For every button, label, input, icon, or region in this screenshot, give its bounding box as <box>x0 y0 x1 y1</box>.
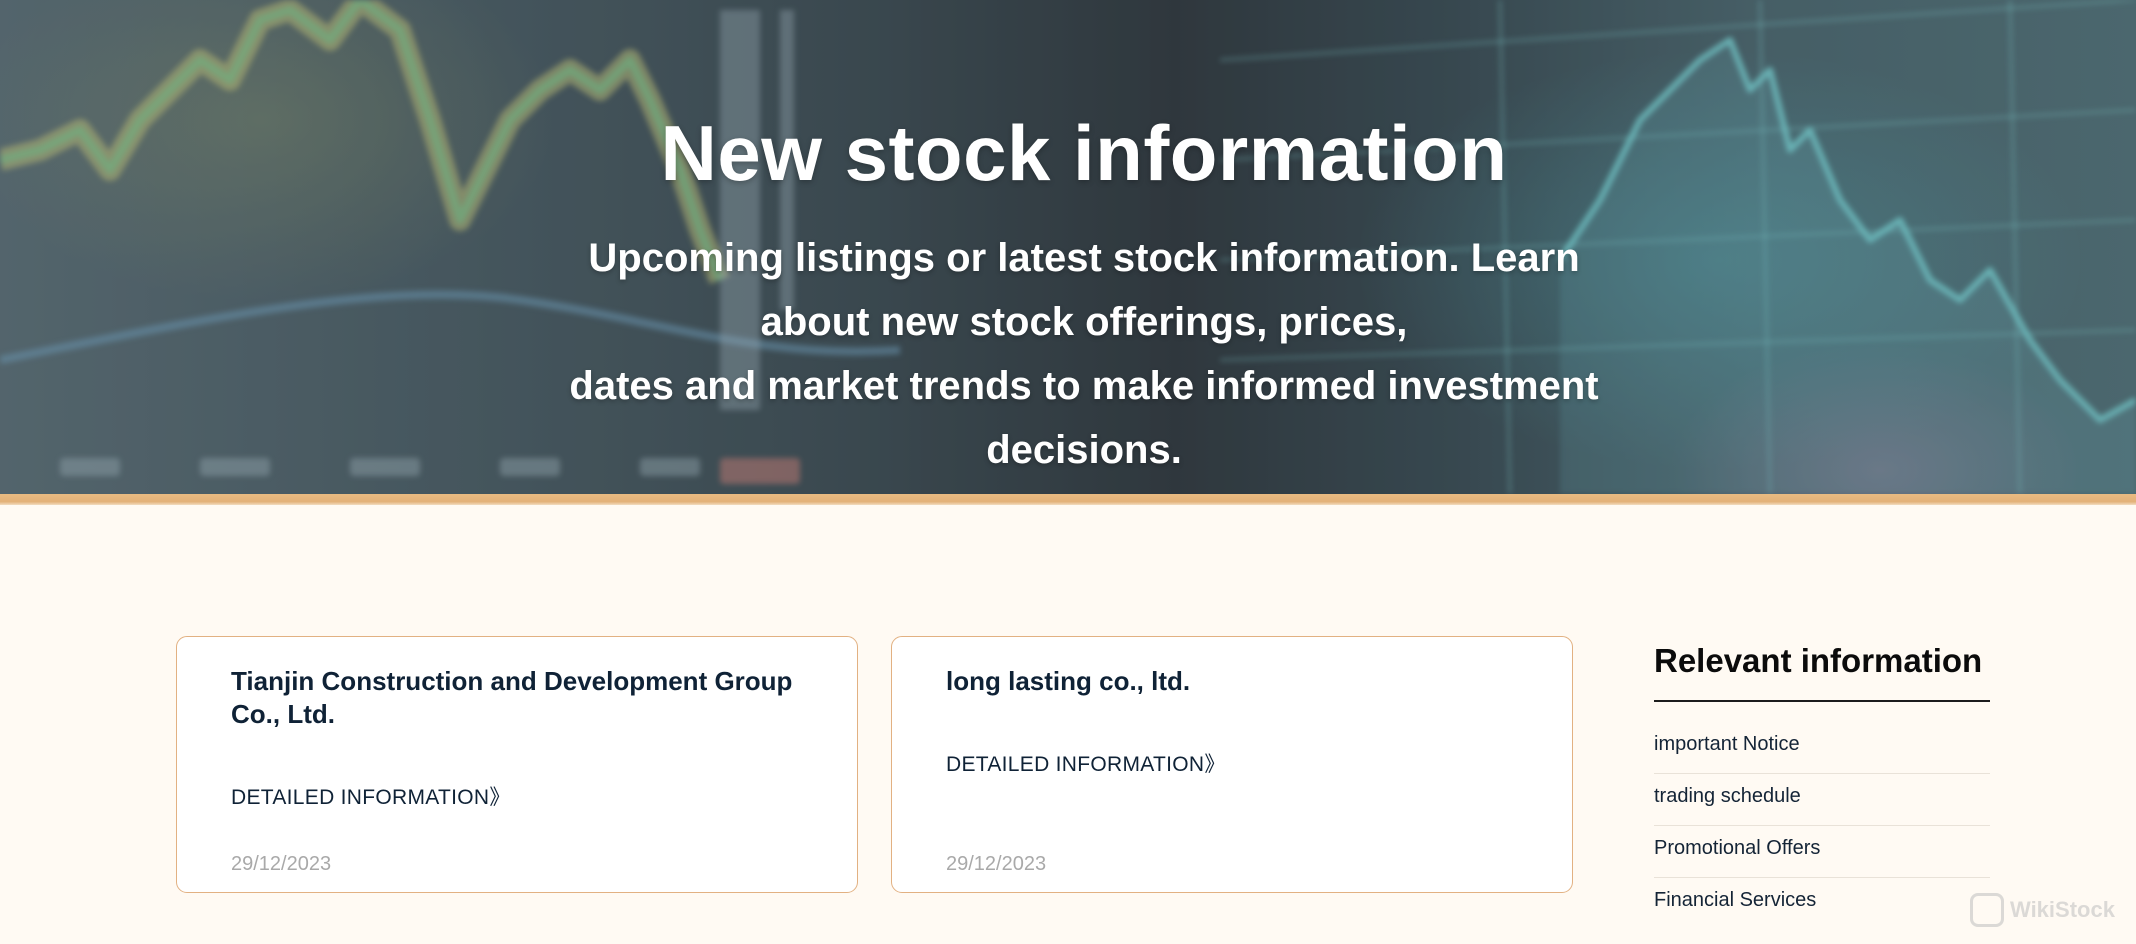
relevant-information-sidebar: Relevant information important Notice tr… <box>1654 636 1990 930</box>
page-title: New stock information <box>660 109 1508 197</box>
wikistock-logo-icon <box>1970 893 2004 927</box>
sidebar-item-trading-schedule[interactable]: trading schedule <box>1654 774 1990 826</box>
hero-banner: New stock information Upcoming listings … <box>0 0 2136 494</box>
sidebar-item-promotional-offers[interactable]: Promotional Offers <box>1654 826 1990 878</box>
watermark-text: WikiStock <box>2010 897 2115 922</box>
accent-divider <box>0 494 2136 505</box>
page-subtitle: Upcoming listings or latest stock inform… <box>548 226 1620 482</box>
stock-card-title[interactable]: long lasting co., ltd. <box>946 665 1526 698</box>
stock-card[interactable]: Tianjin Construction and Development Gro… <box>176 636 858 893</box>
watermark: WikiStock <box>1970 893 2115 927</box>
subtitle-line: decisions. <box>986 428 1182 472</box>
stock-card-title[interactable]: Tianjin Construction and Development Gro… <box>231 665 811 731</box>
subtitle-line: dates and market trends to make informed… <box>569 364 1599 408</box>
sidebar-item-important-notice[interactable]: important Notice <box>1654 729 1990 774</box>
subtitle-line: Upcoming listings or latest stock inform… <box>588 236 1580 280</box>
sidebar-list: important Notice trading schedule Promot… <box>1654 729 1990 930</box>
subtitle-line: about new stock offerings, prices, <box>760 300 1408 344</box>
sidebar-title: Relevant information <box>1654 642 1983 679</box>
detailed-information-link[interactable]: DETAILED INFORMATION》 <box>946 748 1226 778</box>
sidebar-item-financial-services[interactable]: Financial Services <box>1654 878 1990 930</box>
detailed-information-link[interactable]: DETAILED INFORMATION》 <box>231 781 511 811</box>
stock-card-date: 29/12/2023 <box>231 853 332 875</box>
sidebar-divider <box>1654 700 1990 702</box>
stock-card[interactable]: long lasting co., ltd. DETAILED INFORMAT… <box>891 636 1573 893</box>
stock-card-date: 29/12/2023 <box>946 853 1047 875</box>
